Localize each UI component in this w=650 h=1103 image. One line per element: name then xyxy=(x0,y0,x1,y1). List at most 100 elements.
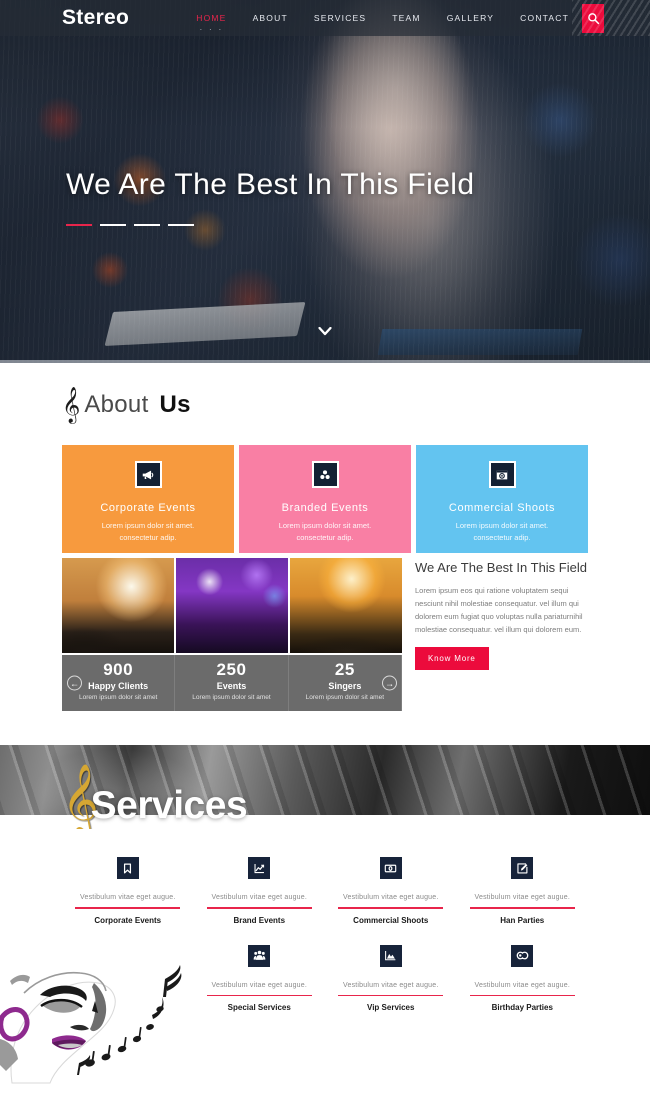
service-name: Special Services xyxy=(227,1003,291,1012)
service-rule xyxy=(469,994,575,996)
hero-bottom-bar xyxy=(0,360,650,363)
chevron-down-icon xyxy=(318,326,332,336)
nav-item-home[interactable]: HOME · · · xyxy=(183,13,239,34)
scroll-down-button[interactable] xyxy=(318,323,332,341)
hero-dash-active xyxy=(66,224,92,226)
hero-section: Stereo HOME · · · ABOUT SERVICES TEAM GA… xyxy=(0,0,650,363)
main-navbar: Stereo HOME · · · ABOUT SERVICES TEAM GA… xyxy=(0,0,650,36)
about-gallery-column: ← 900 Happy Clients Lorem ipsum dolor si… xyxy=(62,558,402,711)
stat-number: 250 xyxy=(216,660,247,679)
about-section: 𝄞 About Us Corporate Events Lorem ipsum … xyxy=(0,363,650,711)
service-name: Vip Services xyxy=(367,1003,415,1012)
services-section: 𝄞 Services Vestibulum vitae eget augue. … xyxy=(0,745,650,1084)
service-item-special-services[interactable]: Vestibulum vitae eget augue. Special Ser… xyxy=(194,942,326,1012)
about-card-desc: Lorem ipsum dolor sit amet. consectetur … xyxy=(101,521,195,542)
pencil-square-icon xyxy=(509,855,536,881)
nav-item-about[interactable]: ABOUT xyxy=(240,13,301,23)
service-rule xyxy=(469,907,575,909)
hero-dash xyxy=(168,224,194,226)
bookmark-icon xyxy=(114,855,141,881)
nav-item-gallery[interactable]: GALLERY xyxy=(434,13,507,23)
service-caption: Vestibulum vitae eget augue. xyxy=(211,894,307,901)
nav-item-team[interactable]: TEAM xyxy=(379,13,433,23)
services-grid-wrapper: Vestibulum vitae eget augue. Corporate E… xyxy=(0,829,650,1084)
photo-frame-icon xyxy=(488,461,516,488)
service-rule xyxy=(75,907,181,909)
search-button[interactable] xyxy=(582,3,604,33)
about-heading: 𝄞 About Us xyxy=(62,387,650,422)
services-heading-label: Services xyxy=(90,784,248,827)
nav-links: HOME · · · ABOUT SERVICES TEAM GALLERY C… xyxy=(183,13,582,34)
about-panel-body: Lorem ipsum eos qui ratione voluptatem s… xyxy=(415,586,583,634)
about-card-title: Commercial Shoots xyxy=(448,502,556,514)
about-card-title: Corporate Events xyxy=(100,502,196,514)
about-card-title: Branded Events xyxy=(281,502,369,514)
nav-item-contact[interactable]: CONTACT xyxy=(507,13,582,23)
users-group-icon xyxy=(246,942,273,969)
service-item-brand-events[interactable]: Vestibulum vitae eget augue. Brand Event… xyxy=(194,855,326,925)
service-item-han-parties[interactable]: Vestibulum vitae eget augue. Han Parties xyxy=(457,855,589,925)
cubes-icon xyxy=(311,461,339,488)
about-heading-bold: Us xyxy=(159,391,191,418)
dj-deck-shape xyxy=(104,302,306,346)
service-rule xyxy=(338,994,444,996)
about-card-desc: Lorem ipsum dolor sit amet. consectetur … xyxy=(278,521,372,542)
services-heading: 𝄞 Services xyxy=(62,769,248,830)
nav-item-services[interactable]: SERVICES xyxy=(301,13,379,23)
service-item-corporate-events[interactable]: Vestibulum vitae eget augue. Corporate E… xyxy=(62,855,194,925)
about-text-column: We Are The Best In This Field Lorem ipsu… xyxy=(415,558,588,711)
service-rule xyxy=(206,907,312,909)
gallery-image-lights[interactable] xyxy=(290,558,402,653)
service-rule xyxy=(206,994,312,996)
about-heading-light: About xyxy=(84,391,149,418)
about-media-and-text: ← 900 Happy Clients Lorem ipsum dolor si… xyxy=(62,558,588,711)
service-item-birthday-parties[interactable]: Vestibulum vitae eget augue. Birthday Pa… xyxy=(457,942,589,1012)
service-caption: Vestibulum vitae eget augue. xyxy=(474,981,570,989)
page-root: Stereo HOME · · · ABOUT SERVICES TEAM GA… xyxy=(0,0,650,1103)
service-name: Corporate Events xyxy=(94,915,162,925)
service-caption: Vestibulum vitae eget augue. xyxy=(343,981,439,989)
about-card-commercial-shoots[interactable]: Commercial Shoots Lorem ipsum dolor sit … xyxy=(416,445,588,553)
camera-lens-icon xyxy=(377,855,404,881)
gallery-image-crowd[interactable] xyxy=(62,558,174,653)
know-more-button[interactable]: Know More xyxy=(415,647,489,670)
nav-active-dots: · · · xyxy=(199,24,224,34)
stats-prev-button[interactable]: ← xyxy=(67,675,82,691)
hero-title: We Are The Best In This Field xyxy=(66,168,475,201)
hero-text-block: We Are The Best In This Field xyxy=(66,168,474,226)
service-caption: Vestibulum vitae eget augue. xyxy=(80,894,176,901)
service-caption: Vestibulum vitae eget augue. xyxy=(211,981,307,989)
services-row-2: Vestibulum vitae eget augue. Special Ser… xyxy=(62,942,589,1013)
about-card-branded-events[interactable]: Branded Events Lorem ipsum dolor sit ame… xyxy=(239,445,411,553)
site-logo[interactable]: Stereo xyxy=(62,6,183,30)
about-card-corporate-events[interactable]: Corporate Events Lorem ipsum dolor sit a… xyxy=(62,445,234,553)
service-item-placeholder xyxy=(62,943,194,1013)
stats-carousel: ← 900 Happy Clients Lorem ipsum dolor si… xyxy=(62,655,402,711)
service-name: Birthday Parties xyxy=(491,1003,553,1012)
megaphone-icon xyxy=(134,461,162,488)
stats-next-button[interactable]: → xyxy=(382,675,397,691)
service-name: Commercial Shoots xyxy=(353,915,429,925)
gallery-image-stage[interactable] xyxy=(176,558,288,653)
services-banner: 𝄞 Services xyxy=(0,745,650,829)
treble-clef-icon: 𝄞 xyxy=(62,387,81,422)
services-row-1: Vestibulum vitae eget augue. Corporate E… xyxy=(62,855,588,925)
service-item-commercial-shoots[interactable]: Vestibulum vitae eget augue. Commercial … xyxy=(325,855,457,925)
about-gallery xyxy=(62,558,402,653)
nav-item-home-label: HOME xyxy=(196,13,227,23)
about-panel-title: We Are The Best In This Field xyxy=(415,560,587,575)
about-cards: Corporate Events Lorem ipsum dolor sit a… xyxy=(62,445,588,553)
service-rule xyxy=(338,907,444,909)
service-name: Brand Events xyxy=(233,915,286,925)
dj-deck-shape-secondary xyxy=(377,329,583,355)
stat-sub: Lorem ipsum dolor sit amet xyxy=(305,694,385,701)
mountain-image-icon xyxy=(377,942,404,969)
hero-dash xyxy=(134,224,160,226)
stat-item-events: 250 Events Lorem ipsum dolor sit amet xyxy=(175,655,289,711)
service-item-vip-services[interactable]: Vestibulum vitae eget augue. Vip Service… xyxy=(325,942,457,1012)
handshake-icon xyxy=(509,942,536,969)
line-chart-icon xyxy=(246,855,273,881)
service-caption: Vestibulum vitae eget augue. xyxy=(474,894,570,901)
stat-sub: Lorem ipsum dolor sit amet xyxy=(192,694,271,701)
service-name: Han Parties xyxy=(500,915,545,925)
